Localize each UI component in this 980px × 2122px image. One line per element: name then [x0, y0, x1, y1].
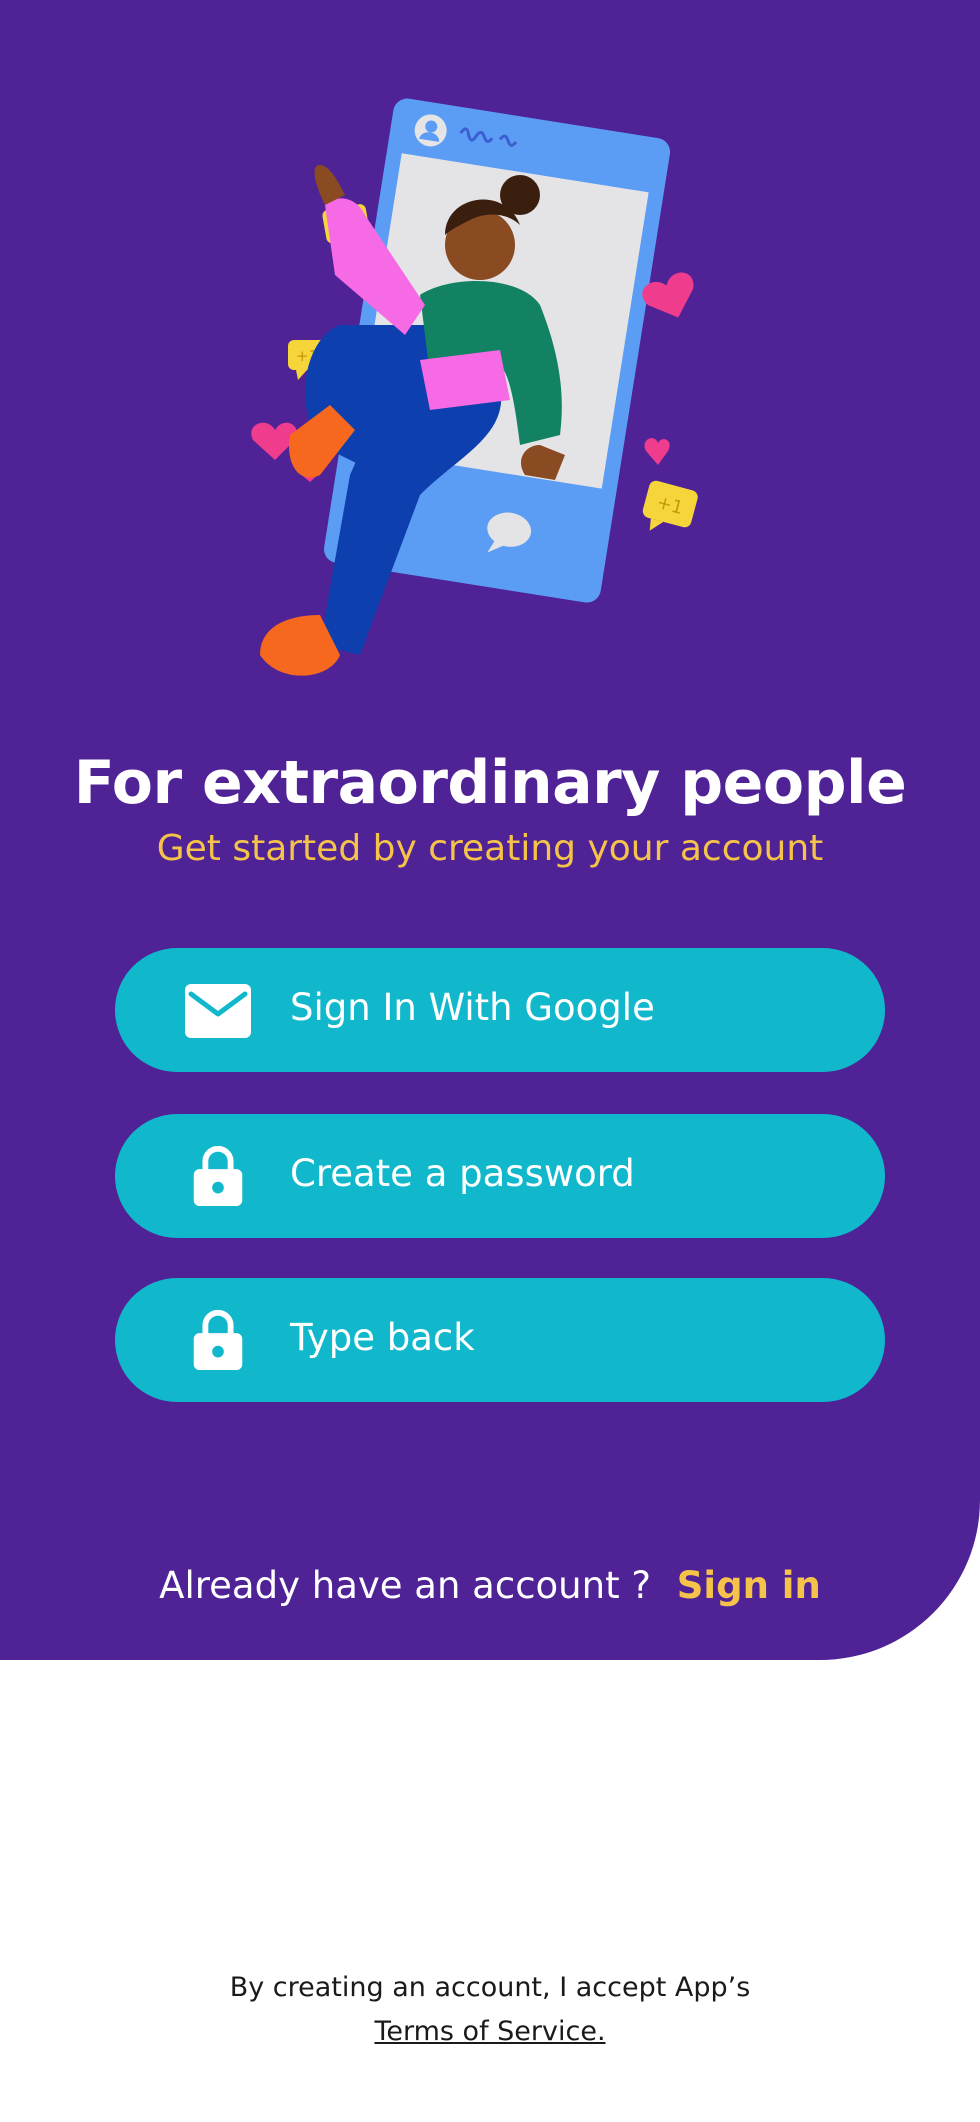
envelope-icon: [185, 984, 251, 1038]
page-title: For extraordinary people: [73, 748, 907, 818]
account-prompt-row: Already have an account ? Sign in: [0, 1564, 980, 1607]
type-back-button[interactable]: Type back: [115, 1278, 885, 1402]
create-password-label: Create a password: [290, 1152, 635, 1195]
lock-icon: [193, 1145, 243, 1207]
terms-of-service-link[interactable]: Terms of Service.: [0, 2016, 980, 2047]
lock-icon: [193, 1309, 243, 1371]
account-prompt-text: Already have an account ?: [159, 1564, 651, 1607]
sign-in-google-button[interactable]: Sign In With Google: [115, 948, 885, 1072]
heart-icon: [644, 438, 670, 465]
social-media-illustration: +1 +1 +1: [251, 98, 698, 676]
terms-text: By creating an account, I accept App’s: [229, 1972, 751, 2003]
plus-one-badge: +1: [642, 480, 698, 531]
footer-panel: [0, 1660, 980, 2122]
type-back-label: Type back: [290, 1316, 475, 1359]
sign-in-link[interactable]: Sign in: [677, 1564, 821, 1607]
create-password-button[interactable]: Create a password: [115, 1114, 885, 1238]
sign-in-google-label: Sign In With Google: [290, 986, 655, 1029]
page-subtitle: Get started by creating your account: [156, 828, 824, 869]
